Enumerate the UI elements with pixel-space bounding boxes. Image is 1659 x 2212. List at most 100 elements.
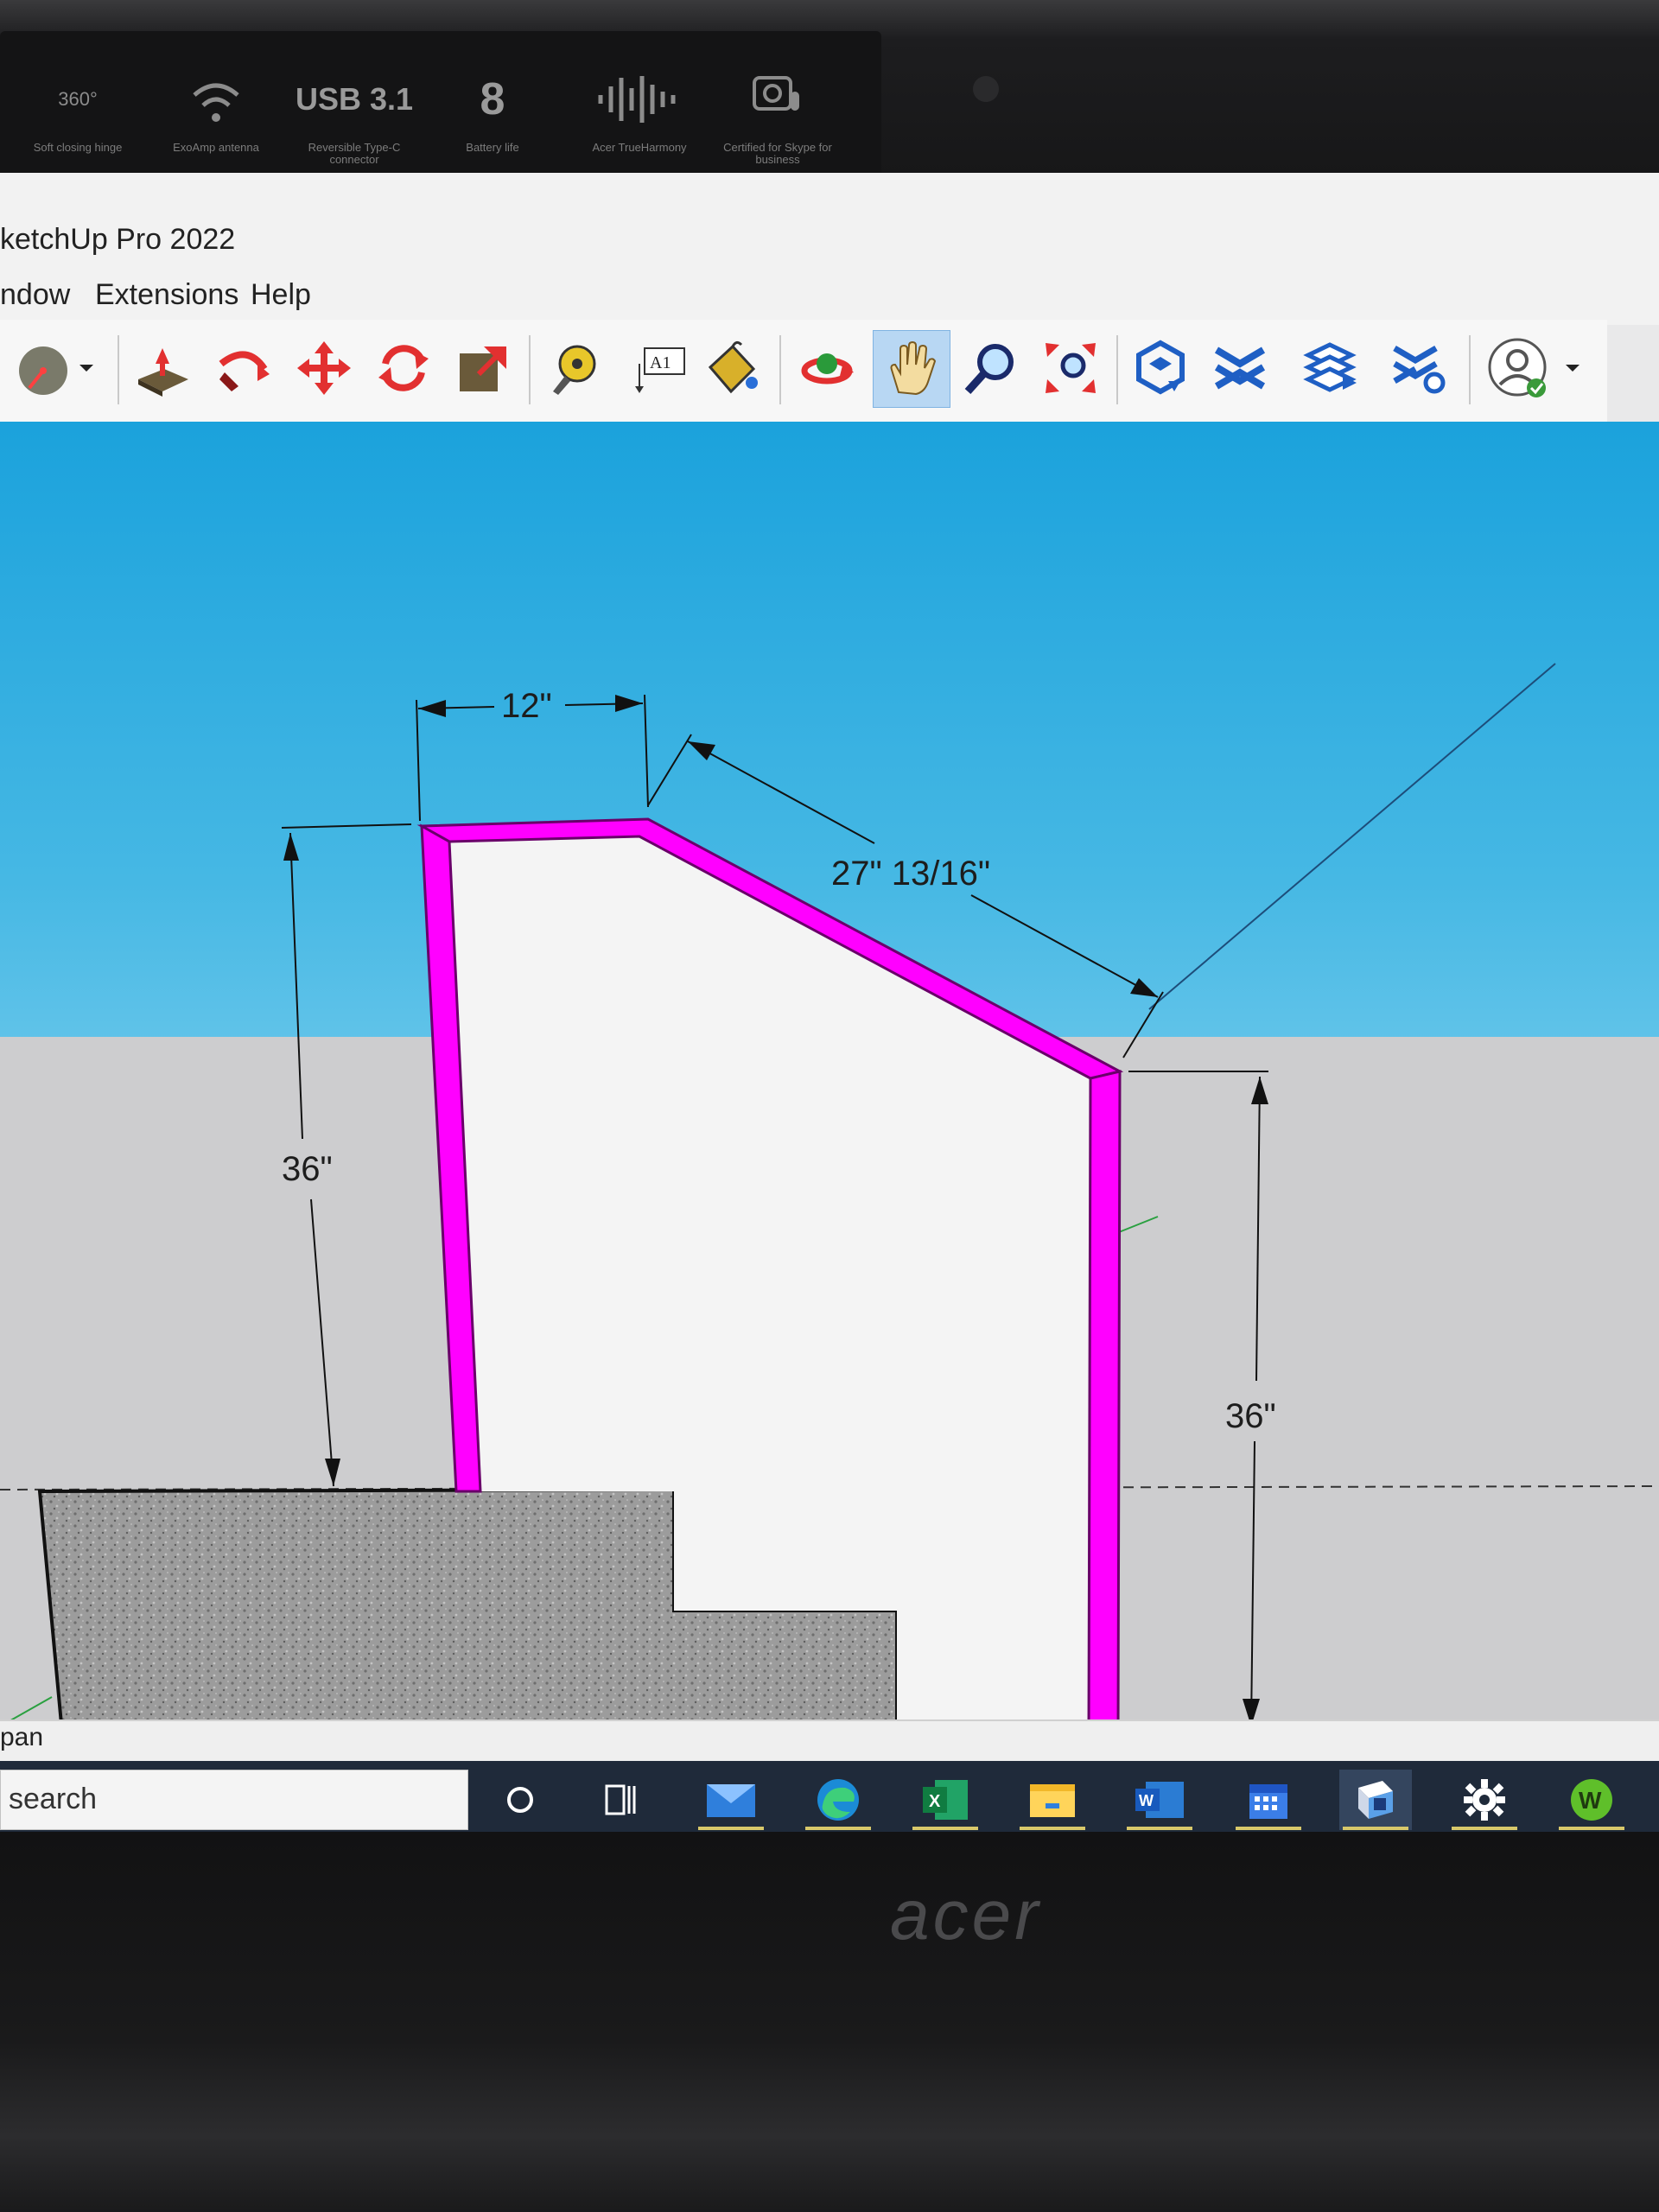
menu-window[interactable]: ndow (0, 278, 70, 312)
screen: ketchUp Pro 2022 ndow Extensions Help A1 (0, 173, 1659, 1832)
wifi-icon (147, 66, 285, 133)
green-axis (1114, 1216, 1159, 1235)
extension-manager-button[interactable] (1386, 330, 1453, 406)
toolbar-separator (529, 335, 531, 404)
sketchup-icon (1358, 1781, 1393, 1819)
dimension-label: 36" (282, 1150, 333, 1188)
dimension-top-width[interactable]: 12" (416, 687, 649, 822)
orbit-tool-button[interactable] (793, 330, 861, 406)
edge-button[interactable] (802, 1770, 874, 1830)
select-tool-button[interactable] (5, 330, 73, 406)
sketchup-button[interactable] (1339, 1770, 1412, 1830)
user-dropdown-button[interactable] (1555, 330, 1590, 406)
zoom-tool-button[interactable] (957, 330, 1025, 406)
rotate-icon (378, 345, 429, 391)
dimension-right-height[interactable]: 36" (1128, 1071, 1276, 1727)
push-pull-tool-button[interactable] (130, 330, 197, 406)
mail-button[interactable] (695, 1770, 767, 1830)
audio-wave-icon (570, 66, 709, 133)
extension-manager-icon (1393, 345, 1446, 394)
orbit-icon (801, 353, 854, 385)
status-bar (0, 1719, 1659, 1764)
menu-extensions[interactable]: Extensions (95, 278, 238, 312)
toolbar-separator (1116, 335, 1118, 404)
feature-wifi: ExoAmp antenna (147, 66, 285, 154)
calendar-icon (1249, 1784, 1287, 1819)
hinge-360-icon: 360° (58, 88, 98, 110)
dimension-label: 12" (501, 687, 552, 725)
drawing-viewport[interactable]: 12" 27" 13/16" 36" 36" (0, 422, 1659, 1735)
usb-icon: USB 3.1 (295, 81, 414, 117)
tape-measure-icon (553, 345, 596, 395)
svg-text:W: W (1139, 1792, 1154, 1809)
task-view-button[interactable] (584, 1770, 657, 1830)
feature-battery: 8 Battery life (423, 66, 562, 154)
settings-button[interactable] (1448, 1770, 1521, 1830)
feature-caption: ExoAmp antenna (173, 141, 259, 154)
text-label-icon: A1 (635, 347, 685, 393)
zoom-icon (964, 344, 1014, 395)
text-tool-button[interactable]: A1 (627, 330, 695, 406)
model-drawing: 12" 27" 13/16" 36" 36" (0, 663, 1659, 1735)
zoom-extents-tool-button[interactable] (1037, 330, 1104, 406)
w-app-button[interactable]: W (1555, 1770, 1628, 1830)
extension-warehouse-button[interactable] (1206, 330, 1274, 406)
feature-sticker: 360° Soft closing hinge ExoAmp antenna U… (0, 31, 881, 187)
calendar-button[interactable] (1232, 1770, 1305, 1830)
word-icon: W (1135, 1782, 1184, 1818)
svg-text:W: W (1579, 1787, 1602, 1814)
dimension-left-height[interactable]: 36" (281, 823, 412, 1487)
search-placeholder: search (9, 1783, 98, 1815)
tape-measure-tool-button[interactable] (539, 330, 607, 406)
scale-tool-button[interactable] (449, 330, 517, 406)
settings-icon (1464, 1779, 1505, 1821)
construction-line (1148, 663, 1556, 1010)
paint-bucket-tool-button[interactable] (698, 330, 766, 406)
feature-hinge: 360° Soft closing hinge (9, 66, 147, 154)
follow-me-tool-button[interactable] (209, 330, 276, 406)
laptop-bottom-bezel (0, 1832, 1659, 2212)
move-icon (297, 341, 351, 395)
excel-button[interactable]: X (909, 1770, 982, 1830)
dimension-label: 27" 13/16" (831, 855, 990, 893)
feature-caption: Certified for Skype for business (723, 141, 832, 166)
task-view-icon (605, 1784, 636, 1815)
user-account-icon (1488, 338, 1547, 397)
cortana-icon (507, 1787, 533, 1813)
paint-bucket-icon (708, 340, 758, 394)
select-dropdown-button[interactable] (69, 330, 104, 406)
laptop-brand-logo: acer (890, 1876, 1042, 1955)
move-tool-button[interactable] (290, 330, 358, 406)
title-bar (0, 173, 1659, 276)
3d-warehouse-icon (1136, 340, 1185, 395)
menu-bar (0, 276, 1659, 325)
status-text: pan (0, 1723, 44, 1751)
w-app-icon: W (1571, 1779, 1612, 1821)
3d-warehouse-button[interactable] (1127, 330, 1194, 406)
toolbar-separator (1469, 335, 1471, 404)
svg-text:X: X (929, 1792, 941, 1811)
layout-icon (1303, 342, 1357, 392)
file-explorer-icon (1030, 1784, 1075, 1817)
toolbar-separator (118, 335, 119, 404)
app-title: ketchUp Pro 2022 (0, 223, 236, 256)
select-icon (19, 346, 67, 395)
battery-icon: 8 (480, 74, 505, 124)
follow-me-icon (219, 351, 270, 391)
rotate-tool-button[interactable] (370, 330, 437, 406)
scale-icon (460, 346, 506, 391)
file-explorer-button[interactable] (1016, 1770, 1089, 1830)
pan-tool-button[interactable] (873, 330, 950, 408)
feature-caption: Battery life (466, 141, 519, 154)
feature-caption: Soft closing hinge (33, 141, 123, 154)
feature-caption: Reversible Type-C connector (308, 141, 401, 166)
layout-button[interactable] (1296, 330, 1363, 406)
menu-help[interactable]: Help (251, 278, 311, 312)
edge-icon (817, 1779, 859, 1821)
cortana-button[interactable] (484, 1770, 556, 1830)
word-button[interactable]: W (1123, 1770, 1196, 1830)
extension-warehouse-icon (1214, 346, 1266, 390)
user-account-button[interactable] (1484, 330, 1552, 406)
mail-icon (707, 1784, 755, 1817)
excel-icon: X (923, 1780, 968, 1820)
